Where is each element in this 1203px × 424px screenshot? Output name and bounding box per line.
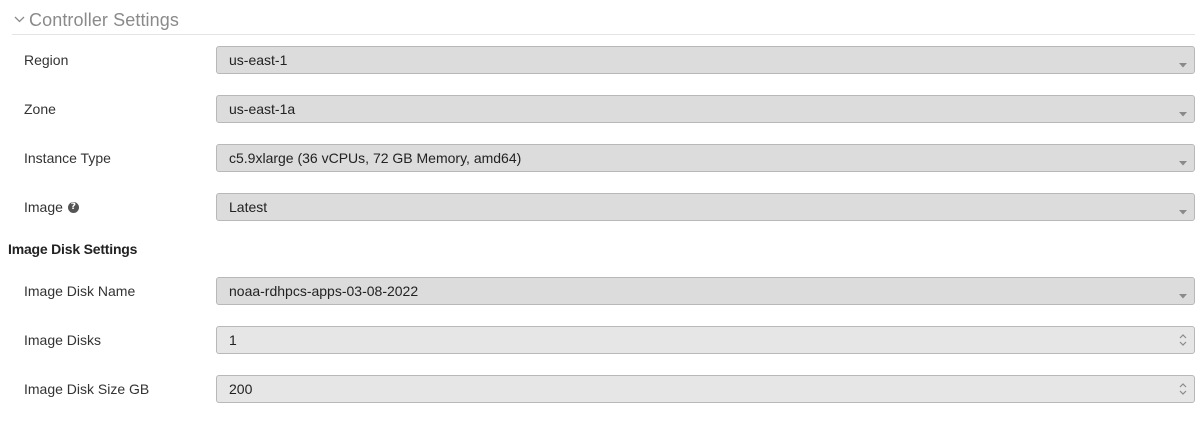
field-row-instance-type: Instance Type c5.9xlarge (36 vCPUs, 72 G… [0, 144, 1203, 172]
image-select-value: Latest [229, 199, 268, 215]
field-row-region: Region us-east-1 [0, 46, 1203, 74]
section-header-controller-settings[interactable]: Controller Settings [12, 6, 1195, 35]
instance-type-select[interactable]: c5.9xlarge (36 vCPUs, 72 GB Memory, amd6… [216, 144, 1195, 172]
image-disk-size-input-value: 200 [229, 381, 253, 397]
image-disk-size-input[interactable]: 200 [216, 375, 1195, 403]
zone-select-value: us-east-1a [229, 101, 296, 117]
field-row-zone: Zone us-east-1a [0, 95, 1203, 123]
spinner-arrows-icon[interactable] [1178, 381, 1188, 397]
dropdown-caret-icon [1178, 154, 1188, 166]
image-disk-settings-heading: Image Disk Settings [8, 241, 138, 257]
field-label-zone: Zone [24, 101, 56, 117]
dropdown-caret-icon [1178, 287, 1188, 299]
field-row-image-disk-name: Image Disk Name noaa-rdhpcs-apps-03-08-2… [0, 277, 1203, 305]
dropdown-caret-icon [1178, 105, 1188, 117]
section-title: Controller Settings [29, 9, 179, 30]
region-select-value: us-east-1 [229, 52, 288, 68]
field-label-image-disks: Image Disks [24, 332, 102, 348]
image-disks-input[interactable]: 1 [216, 326, 1195, 354]
field-row-image-disks: Image Disks 1 [0, 326, 1203, 354]
field-label-region: Region [24, 52, 69, 68]
field-label-image: Image ? [24, 193, 79, 221]
image-select[interactable]: Latest [216, 193, 1195, 221]
dropdown-caret-icon [1178, 203, 1188, 215]
dropdown-caret-icon [1178, 56, 1188, 68]
region-select[interactable]: us-east-1 [216, 46, 1195, 74]
field-label-image-disk-size: Image Disk Size GB [24, 381, 150, 397]
field-label-image-text: Image [24, 199, 63, 215]
field-row-image-disk-size: Image Disk Size GB 200 [0, 375, 1203, 403]
zone-select[interactable]: us-east-1a [216, 95, 1195, 123]
image-disk-name-select[interactable]: noaa-rdhpcs-apps-03-08-2022 [216, 277, 1195, 305]
field-label-image-disk-name: Image Disk Name [24, 283, 136, 299]
chevron-down-icon[interactable] [12, 12, 26, 26]
image-disk-name-select-value: noaa-rdhpcs-apps-03-08-2022 [229, 283, 419, 299]
question-circle-icon[interactable]: ? [67, 201, 79, 213]
field-row-image: Image ? Latest [0, 193, 1203, 221]
field-label-instance-type: Instance Type [24, 150, 111, 166]
image-disks-input-value: 1 [229, 332, 237, 348]
spinner-arrows-icon[interactable] [1178, 332, 1188, 348]
instance-type-select-value: c5.9xlarge (36 vCPUs, 72 GB Memory, amd6… [229, 150, 522, 166]
